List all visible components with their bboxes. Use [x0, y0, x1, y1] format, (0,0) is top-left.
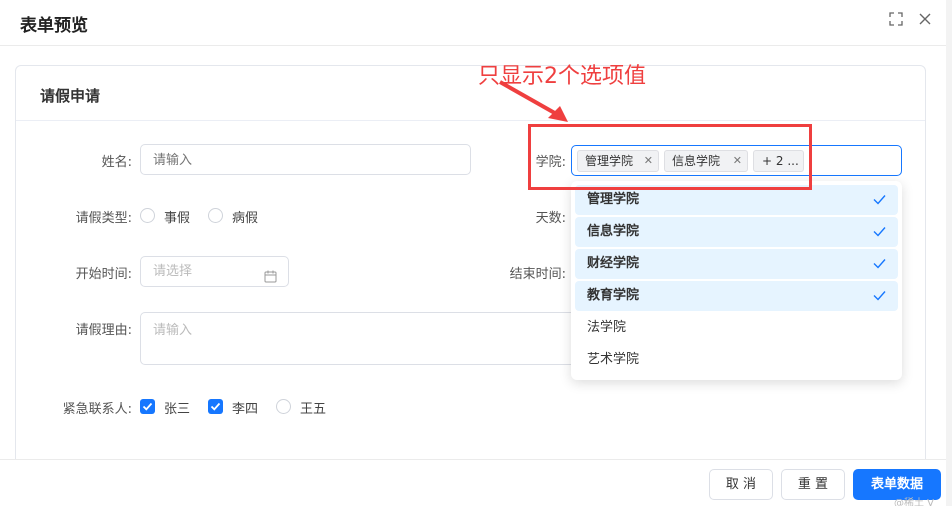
start-time-label: 开始时间:	[75, 267, 132, 282]
name-input[interactable]	[140, 144, 471, 175]
option-label: 信息学院	[587, 224, 640, 239]
college-dropdown: 管理学院 信息学院 财经学院 教育学院 法学院 艺术学院	[571, 181, 902, 380]
checkbox-lisi[interactable]	[208, 399, 223, 414]
option-label: 法学院	[587, 320, 627, 335]
end-time-label: 结束时间:	[509, 267, 566, 282]
close-icon[interactable]	[916, 12, 934, 30]
reason-textarea[interactable]: 请输入	[140, 312, 580, 365]
radio-sick-leave-label[interactable]: 病假	[232, 207, 258, 226]
checkbox-lisi-label[interactable]: 李四	[232, 398, 258, 417]
check-icon	[873, 195, 886, 205]
scrollbar[interactable]	[946, 0, 952, 506]
cancel-button[interactable]: 取 消	[709, 469, 773, 500]
watermark: @稀土 V	[894, 498, 935, 506]
checkbox-wangwu-label[interactable]: 王五	[300, 398, 326, 417]
reset-button[interactable]: 重 置	[781, 469, 845, 500]
days-label: 天数:	[535, 211, 566, 226]
option-label: 艺术学院	[587, 352, 640, 367]
checkbox-zhangsan[interactable]	[140, 399, 155, 414]
checkbox-zhangsan-label[interactable]: 张三	[164, 398, 190, 417]
radio-personal-leave[interactable]	[140, 208, 155, 223]
dialog-title: 表单预览	[20, 16, 88, 36]
option-label: 财经学院	[587, 256, 640, 271]
calendar-icon	[264, 265, 277, 294]
radio-sick-leave[interactable]	[208, 208, 223, 223]
check-icon	[873, 291, 886, 301]
leave-type-label: 请假类型:	[75, 211, 132, 226]
option-label: 教育学院	[587, 288, 640, 303]
annotation-highlight-box	[528, 124, 812, 190]
card-title: 请假申请	[40, 87, 101, 105]
start-time-placeholder: 请选择	[153, 264, 193, 279]
dropdown-option-law[interactable]: 法学院	[575, 313, 898, 343]
radio-personal-leave-label[interactable]: 事假	[164, 207, 190, 226]
checkbox-wangwu[interactable]	[276, 399, 291, 414]
reason-placeholder: 请输入	[153, 323, 193, 338]
dropdown-option-information[interactable]: 信息学院	[575, 217, 898, 247]
contacts-label: 紧急联系人:	[62, 402, 132, 417]
option-label: 管理学院	[587, 192, 640, 207]
check-icon	[873, 259, 886, 269]
card-divider	[16, 120, 925, 121]
annotation-text: 只显示2个选项值	[478, 64, 646, 89]
reason-label: 请假理由:	[75, 323, 132, 338]
check-icon	[873, 227, 886, 237]
start-time-picker[interactable]: 请选择	[140, 256, 289, 287]
dropdown-option-art[interactable]: 艺术学院	[575, 345, 898, 375]
dropdown-option-finance[interactable]: 财经学院	[575, 249, 898, 279]
dialog-header: 表单预览	[0, 0, 952, 46]
dropdown-option-education[interactable]: 教育学院	[575, 281, 898, 311]
fullscreen-icon[interactable]	[887, 12, 905, 30]
name-label: 姓名:	[101, 155, 132, 170]
